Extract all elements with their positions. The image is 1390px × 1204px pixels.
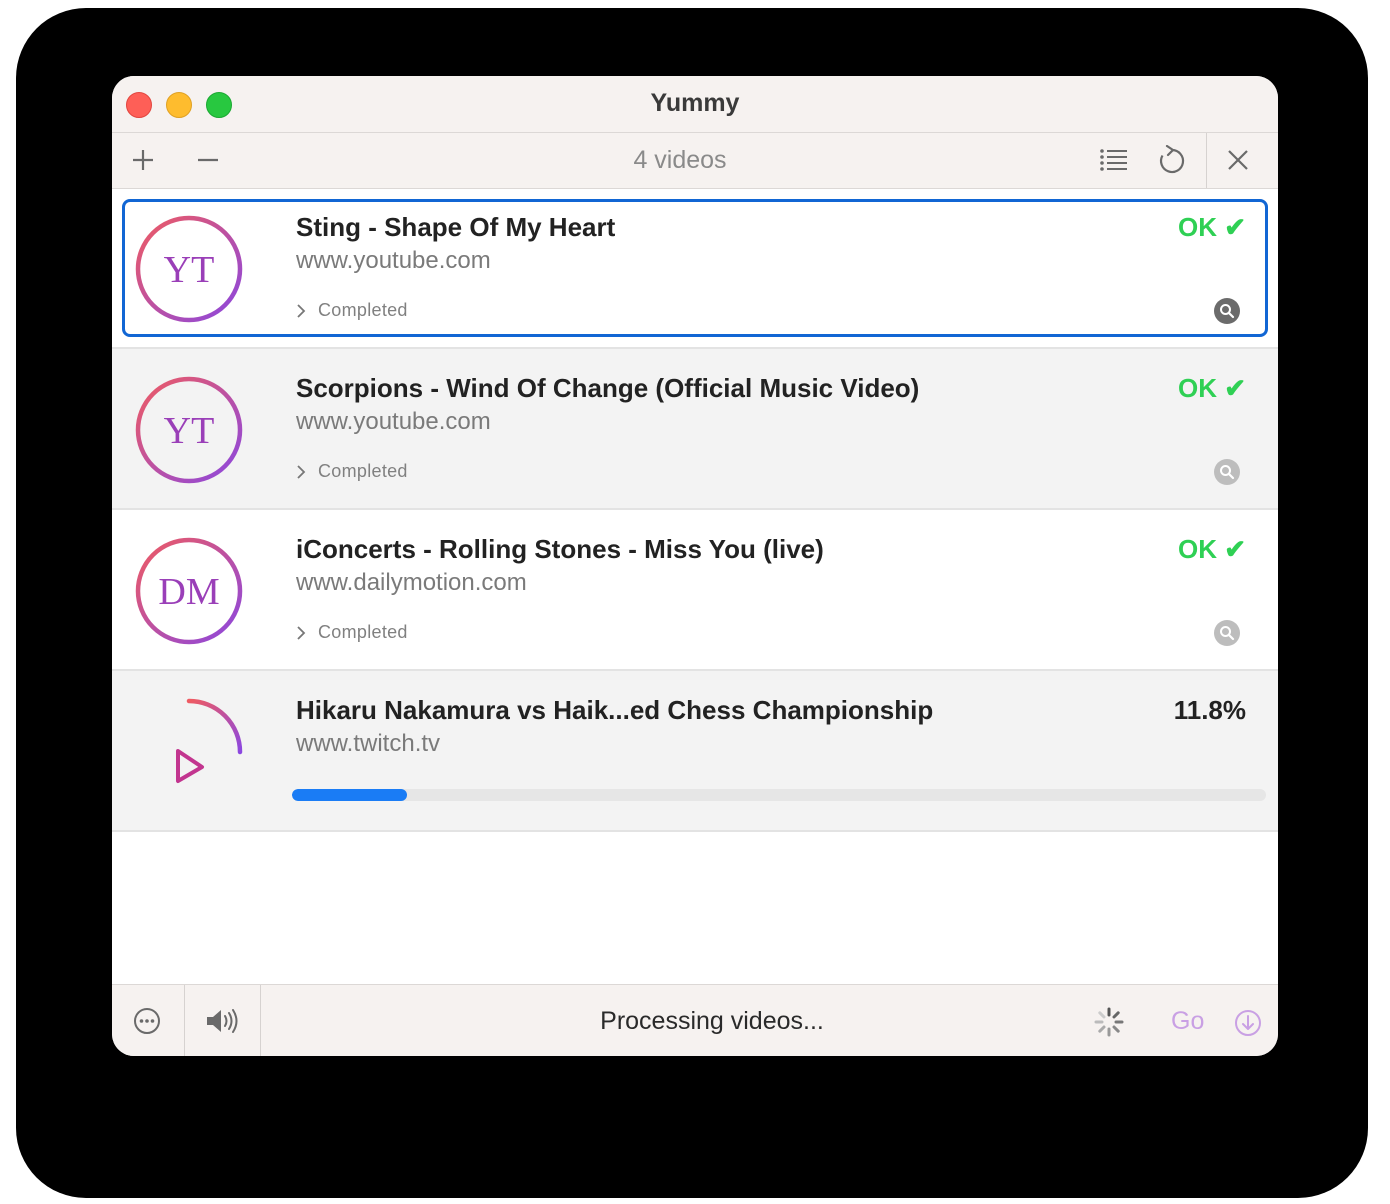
video-row[interactable]: Hikaru Nakamura vs Haik...ed Chess Champ… [112, 671, 1278, 832]
speaker-icon [207, 1009, 238, 1033]
bottom-divider [260, 985, 261, 1056]
download-button[interactable] [1232, 1007, 1264, 1039]
activity-spinner [1092, 1005, 1126, 1039]
sound-button[interactable] [200, 1003, 246, 1039]
badge-text: YT [164, 249, 215, 291]
status-text: Completed [318, 300, 408, 320]
download-progress-play-icon [176, 698, 243, 783]
window-title: Yummy [650, 89, 740, 117]
bottom-bar: Processing videos... Go [112, 984, 1278, 1056]
download-circle-icon [1235, 1010, 1261, 1036]
status-disclosure[interactable]: Completed [296, 300, 408, 321]
video-site: www.youtube.com [296, 408, 491, 435]
chevron-right-icon [297, 303, 306, 318]
status-disclosure[interactable]: Completed [296, 461, 408, 482]
list-icon [1100, 149, 1127, 171]
video-title: iConcerts - Rolling Stones - Miss You (l… [296, 534, 824, 564]
close-icon [1228, 150, 1248, 170]
progress-bar [292, 789, 1266, 801]
youtube-badge-icon: YT [135, 215, 243, 323]
status-badge: OK ✔ [1177, 373, 1246, 403]
reveal-in-finder-icon[interactable] [1214, 459, 1240, 485]
video-title: Hikaru Nakamura vs Haik...ed Chess Champ… [296, 695, 934, 725]
go-button[interactable]: Go [1171, 985, 1204, 1056]
list-view-button[interactable] [1094, 143, 1134, 177]
video-site: www.dailymotion.com [296, 569, 527, 596]
bottom-divider [184, 985, 185, 1056]
video-row[interactable]: YT Sting - Shape Of My Heart www.youtube… [112, 188, 1278, 349]
chevron-right-icon [297, 625, 306, 640]
video-title: Scorpions - Wind Of Change (Official Mus… [296, 373, 920, 403]
refresh-button[interactable] [1152, 143, 1192, 177]
status-disclosure[interactable]: Completed [296, 622, 408, 643]
ellipsis-circle-icon [134, 1008, 160, 1034]
app-window: Yummy 4 videos YT Sting - Shape Of My He… [112, 76, 1278, 1056]
badge-text: YT [164, 410, 215, 452]
youtube-badge-icon: YT [135, 376, 243, 484]
video-count: 4 videos [633, 146, 727, 174]
video-list: YT Sting - Shape Of My Heart www.youtube… [112, 188, 1278, 832]
badge-text: DM [158, 571, 219, 613]
status-text: Completed [318, 622, 408, 642]
video-row[interactable]: DM iConcerts - Rolling Stones - Miss You… [112, 510, 1278, 671]
video-site: www.twitch.tv [296, 730, 441, 757]
video-site: www.youtube.com [296, 247, 491, 274]
close-button[interactable] [1218, 143, 1258, 177]
reveal-in-finder-icon[interactable] [1214, 298, 1240, 324]
toolbar: 4 videos [112, 132, 1278, 189]
reveal-in-finder-icon[interactable] [1214, 620, 1240, 646]
refresh-icon [1159, 145, 1185, 174]
spinner-icon [1094, 1007, 1124, 1037]
more-button[interactable] [128, 1003, 166, 1039]
video-title: Sting - Shape Of My Heart [296, 212, 616, 242]
toolbar-divider [1206, 133, 1207, 188]
dailymotion-badge-icon: DM [135, 537, 243, 645]
video-row[interactable]: YT Scorpions - Wind Of Change (Official … [112, 349, 1278, 510]
progress-percent: 11.8% [1173, 695, 1246, 725]
status-text: Completed [318, 461, 408, 481]
processing-status: Processing videos... [600, 1007, 824, 1035]
progress-fill [292, 789, 407, 801]
chevron-right-icon [297, 464, 306, 479]
status-badge: OK ✔ [1177, 534, 1246, 564]
status-badge: OK ✔ [1177, 212, 1246, 242]
title-bar: Yummy [112, 76, 1278, 132]
